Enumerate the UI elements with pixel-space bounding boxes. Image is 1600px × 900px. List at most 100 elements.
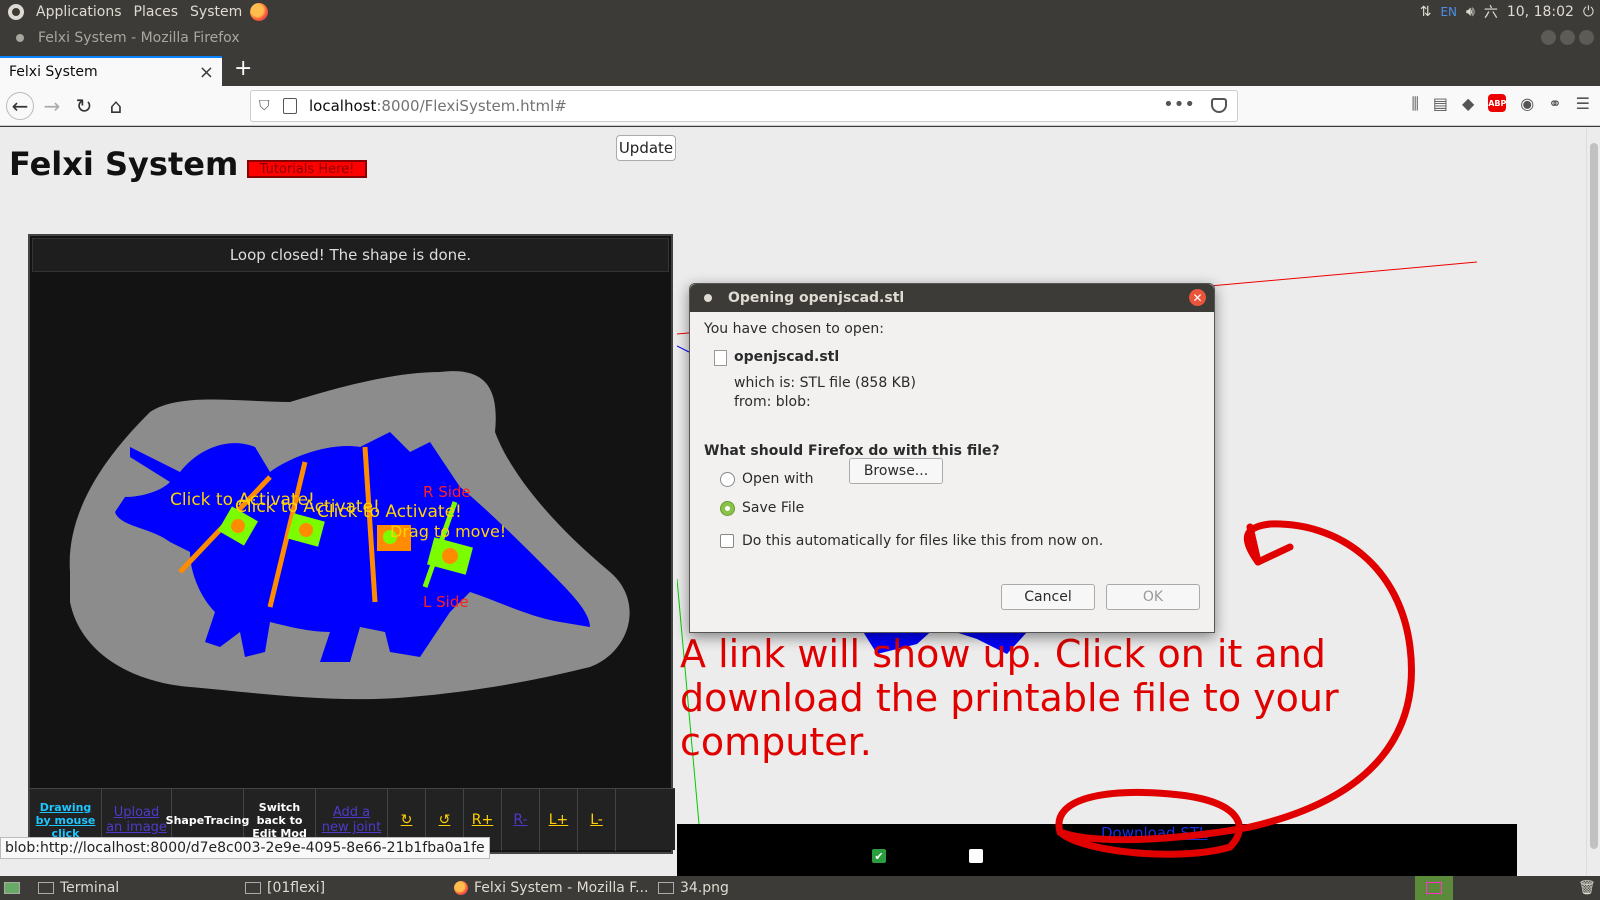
update-button[interactable]: Update (616, 135, 676, 161)
download-stl-link[interactable]: Download STL (1101, 824, 1207, 842)
firefox-launcher-icon[interactable] (250, 3, 269, 21)
extension-icon[interactable]: ◆ (1462, 94, 1474, 114)
home-icon[interactable]: ⌂ (102, 92, 130, 120)
dialog-title: Opening openjscad.stl (728, 290, 905, 306)
image-icon (658, 882, 674, 894)
editor-status-message: Loop closed! The shape is done. (32, 238, 669, 272)
clock[interactable]: 10, 18:02 (1507, 4, 1574, 20)
l-minus-button[interactable]: L- (578, 789, 616, 851)
places-menu[interactable]: Places (128, 4, 185, 20)
system-menu[interactable]: System (184, 4, 248, 20)
reload-icon[interactable]: ↻ (70, 92, 98, 120)
joint-center-1 (231, 519, 245, 533)
save-file-label[interactable]: Save File (742, 500, 804, 516)
toolbar-icons: ⫼ ▤ ◆ ABP ◉ ⚭ ☰ (1411, 94, 1590, 114)
tab-felxi-system[interactable]: Felxi System × (0, 56, 222, 86)
os-logo-icon[interactable] (8, 4, 24, 20)
browse-button[interactable]: Browse... (849, 458, 943, 484)
file-open-dialog: Opening openjscad.stl ✕ You have chosen … (689, 283, 1215, 633)
library-icon[interactable]: ⫼ (1411, 94, 1418, 114)
cancel-button[interactable]: Cancel (1001, 584, 1095, 610)
ok-button[interactable]: OK (1106, 584, 1200, 610)
window-title: Felxi System - Mozilla Firefox (38, 30, 240, 46)
power-icon[interactable]: ⏻ (1583, 4, 1594, 20)
pocket-icon[interactable] (1211, 98, 1227, 113)
action-question: What should Firefox do with this file? (704, 443, 1000, 459)
page-title: Felxi System (9, 145, 239, 183)
window-menu-icon[interactable] (16, 34, 24, 42)
terminal-icon (38, 882, 54, 894)
dialog-close-icon[interactable]: ✕ (1189, 289, 1206, 306)
back-icon[interactable]: ← (6, 92, 34, 120)
trash-icon[interactable]: 🗑︎ (1578, 876, 1596, 900)
bottom-taskbar: Terminal [01flexi] Felxi System - Mozill… (0, 876, 1600, 900)
dialog-titlebar: Opening openjscad.stl ✕ (690, 284, 1214, 312)
chosen-label: You have chosen to open: (704, 321, 884, 337)
l-plus-button[interactable]: L+ (540, 789, 578, 851)
adblock-icon[interactable]: ABP (1488, 94, 1506, 112)
minimize-button[interactable] (1541, 30, 1556, 45)
page-actions-icon[interactable]: ••• (1163, 94, 1195, 115)
applications-menu[interactable]: Applications (30, 4, 128, 20)
window-titlebar: Felxi System - Mozilla Firefox (0, 24, 1600, 52)
sync-icon[interactable]: ⚭ (1548, 94, 1561, 114)
new-tab-button[interactable]: + (234, 56, 252, 81)
navigation-toolbar: ← → ↻ ⌂ ⛉ localhost :8000/FlexiSystem.ht… (0, 86, 1600, 126)
joint-center-active (442, 548, 458, 564)
file-source: from: blob: (734, 394, 811, 410)
close-window-button[interactable] (1579, 30, 1594, 45)
forward-icon[interactable]: → (38, 92, 66, 120)
workspace-switcher[interactable] (1415, 876, 1453, 900)
address-bar[interactable]: ⛉ localhost :8000/FlexiSystem.html# ••• (250, 90, 1238, 122)
tab-strip: Felxi System × + (0, 52, 1600, 86)
account-icon[interactable]: ◉ (1520, 94, 1534, 114)
tracking-shield-icon[interactable]: ⛉ (259, 98, 270, 114)
folder-icon (245, 882, 261, 894)
menu-icon[interactable]: ☰ (1576, 94, 1590, 114)
url-path: :8000/FlexiSystem.html# (376, 97, 567, 115)
r-minus-button[interactable]: R- (502, 789, 540, 851)
sidebar-icon[interactable]: ▤ (1433, 94, 1448, 114)
y-axis-line (677, 345, 690, 353)
view-option-checkbox[interactable] (969, 849, 983, 863)
date-weekday[interactable]: 六 (1484, 2, 1498, 22)
file-icon (714, 350, 727, 366)
system-tray: ⇅ EN 🔊︎ 六 10, 18:02 ⏻ (1420, 0, 1594, 24)
network-icon[interactable]: ⇅ (1420, 4, 1432, 20)
tutorials-button[interactable]: Tutorials Here! (247, 160, 367, 178)
r-side-label: R Side (423, 483, 471, 501)
drag-to-move-label: Drag to move! (390, 522, 506, 541)
click-to-activate-label-3: Click to Activate! (317, 502, 462, 522)
taskbar-terminal[interactable]: Terminal (38, 876, 119, 900)
taskbar-file-manager[interactable]: [01flexi] (245, 876, 325, 900)
shape-editor-panel: Loop closed! The shape is done. Click to… (28, 234, 675, 854)
taskbar-firefox[interactable]: Felxi System - Mozilla F... (452, 876, 648, 900)
instruction-overlay: A link will show up. Click on it and dow… (680, 632, 1339, 764)
save-file-radio[interactable] (720, 501, 735, 516)
page-scrollbar[interactable] (1586, 127, 1600, 876)
scrollbar-thumb[interactable] (1590, 143, 1598, 849)
auto-action-checkbox[interactable] (720, 534, 734, 548)
firefox-icon (454, 881, 468, 895)
tab-close-icon[interactable]: × (199, 62, 214, 83)
3d-controls-bar (677, 824, 1517, 876)
url-host: localhost (309, 97, 377, 115)
open-with-radio[interactable] (720, 472, 735, 487)
file-type: which is: STL file (858 KB) (734, 375, 916, 391)
l-side-label: L Side (423, 593, 469, 611)
view-option-checkbox-checked[interactable]: ✔ (872, 849, 886, 863)
maximize-button[interactable] (1560, 30, 1575, 45)
drawing-canvas[interactable]: Click to Activate! Click to Activate! Cl… (30, 272, 671, 792)
auto-action-label[interactable]: Do this automatically for files like thi… (742, 533, 1103, 549)
taskbar-image-viewer[interactable]: 34.png (658, 876, 729, 900)
joint-center-2 (299, 523, 313, 537)
link-status-tooltip: blob:http://localhost:8000/d7e8c003-2e9e… (0, 837, 490, 859)
file-name: openjscad.stl (734, 349, 840, 365)
volume-icon[interactable]: 🔊︎ (1466, 4, 1475, 20)
dialog-menu-icon[interactable] (704, 294, 712, 302)
show-desktop-icon[interactable] (4, 876, 20, 900)
page-info-icon[interactable] (283, 98, 297, 114)
keyboard-language[interactable]: EN (1440, 5, 1457, 19)
open-with-label[interactable]: Open with (742, 471, 814, 487)
system-top-panel: Applications Places System ⇅ EN 🔊︎ 六 10,… (0, 0, 1600, 24)
